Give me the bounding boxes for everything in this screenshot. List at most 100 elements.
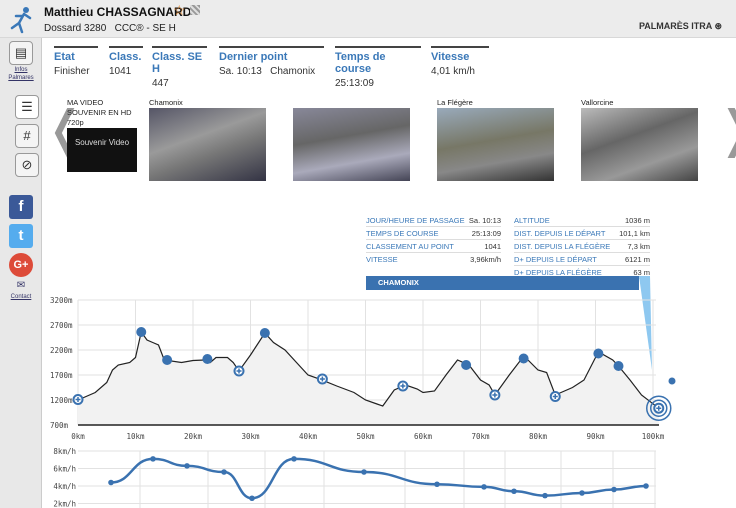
contact-link[interactable]: Contact [0, 294, 42, 300]
table-tab-icon[interactable]: # [15, 124, 39, 148]
compass-tab-icon[interactable]: ⊘ [15, 153, 39, 177]
checkpoint-open-marker [233, 365, 245, 377]
y-tick-label: 8km/h [53, 447, 76, 456]
checkpoint-open-marker [549, 391, 561, 402]
speed-point [481, 484, 487, 490]
y-tick-label: 2km/h [53, 500, 76, 508]
id-card-icon[interactable]: ▤ [9, 41, 33, 65]
plus-icon [492, 392, 498, 398]
speed-point [291, 456, 297, 462]
speed-point [611, 486, 617, 493]
checkpoint-marker [162, 355, 173, 365]
google-plus-icon[interactable]: G+ [9, 253, 33, 277]
x-tick-label: 70km [471, 432, 490, 441]
speed-point [434, 481, 440, 488]
checkpoint-open-marker [489, 389, 501, 401]
y-tick-label: 2700m [50, 321, 73, 330]
video-label: Chamonix [149, 98, 183, 107]
checkpoint-marker [593, 348, 604, 359]
checkpoint-marker [202, 354, 213, 364]
runner-name: Matthieu CHASSAGNARD [44, 5, 192, 19]
x-tick-label: 20km [184, 432, 203, 441]
speed-point [643, 483, 649, 489]
bib-category: Dossard 3280 CCC® - SE H [44, 23, 176, 34]
speed-point [542, 492, 548, 499]
speed-point [249, 495, 255, 502]
elevation-line [77, 330, 660, 409]
checkpoint-open-marker [72, 394, 84, 405]
stat-last-point: Dernier point Sa. 10:13 Chamonix [219, 46, 324, 77]
sidebar: ▤ Infos Palmares ☰ # ⊘ f t G+ ✉ Contact [0, 38, 42, 508]
stat-class: Class. 1041 [109, 46, 143, 77]
y-tick-label: 3200m [50, 296, 73, 305]
x-tick-label: 60km [414, 432, 433, 441]
checkpoint-marker [461, 360, 472, 370]
itra-palmares-link[interactable]: PALMARÈS ITRA ⊛ [639, 21, 722, 32]
finish-flag-icon [190, 5, 200, 15]
checkpoint-marker [613, 361, 624, 371]
speed-point [150, 456, 156, 462]
plus-icon [319, 376, 325, 382]
y-tick-label: 4km/h [53, 482, 76, 491]
video-label: Vallorcine [581, 98, 614, 107]
x-tick-label: 10km [126, 432, 145, 441]
plus-icon [552, 394, 558, 399]
video-thumb-vallorcine[interactable] [581, 108, 698, 181]
video-label: La Flégère [437, 98, 473, 107]
stat-race-time: Temps de course 25:13:09 [335, 46, 421, 89]
checkpoint-marker [518, 353, 529, 364]
checkpoint-open-marker [653, 402, 665, 414]
plus-icon [656, 405, 662, 411]
video-thumb-flegere[interactable] [437, 108, 554, 181]
video-thumb-chamonix[interactable] [149, 108, 266, 181]
carousel-next-button[interactable]: ❭ [716, 100, 736, 158]
plus-icon [75, 397, 81, 402]
profile-tab-icon[interactable]: ☰ [15, 95, 39, 119]
souvenir-video-label: MA VIDEO SOUVENIR EN HD 720p [67, 98, 132, 127]
stat-etat: Etat Finisher [54, 46, 98, 77]
speed-point [579, 490, 585, 496]
mail-icon[interactable]: ✉ [0, 280, 42, 291]
speed-line [110, 457, 647, 500]
y-tick-label: 700m [50, 421, 69, 430]
x-tick-label: 100km [642, 432, 665, 441]
speed-point [221, 469, 227, 475]
y-tick-label: 1700m [50, 371, 73, 380]
palmares-link[interactable]: Palmares [0, 75, 42, 81]
y-tick-label: 2200m [50, 346, 73, 355]
current-position-ring [650, 399, 668, 417]
runner-logo-icon [10, 7, 32, 34]
checkpoint-marker [136, 327, 147, 337]
y-tick-label: 1200m [50, 396, 73, 405]
checkpoint-open-marker [316, 373, 328, 385]
facebook-icon[interactable]: f [9, 195, 33, 219]
checkpoint-marker [259, 328, 270, 338]
x-tick-label: 0km [71, 432, 85, 441]
checkpoint-open-marker [397, 380, 409, 392]
speed-point [108, 479, 114, 486]
checkpoint-banner: CHAMONIX [366, 276, 639, 290]
x-tick-label: 50km [356, 432, 375, 441]
stat-speed: Vitesse 4,01 km/h [431, 46, 489, 77]
plus-icon [400, 383, 406, 389]
stat-class-se: Class. SE H 447 [152, 46, 207, 89]
header: Matthieu CHASSAGNARD ☆ Dossard 3280 CCC®… [0, 0, 736, 38]
x-tick-label: 30km [241, 432, 260, 441]
plus-icon [236, 368, 242, 374]
twitter-icon[interactable]: t [9, 224, 33, 248]
current-position-ring [646, 395, 672, 421]
y-tick-label: 6km/h [53, 465, 76, 474]
x-tick-label: 80km [529, 432, 548, 441]
video-thumb[interactable] [293, 108, 410, 181]
elevation-area [78, 332, 659, 425]
speed-point [184, 463, 190, 469]
x-tick-label: 90km [586, 432, 605, 441]
pointer-wedge [639, 276, 652, 370]
x-tick-label: 40km [299, 432, 318, 441]
runner-position-icon [668, 377, 676, 385]
infos-link[interactable]: Infos [0, 67, 42, 73]
souvenir-video-thumb[interactable]: Souvenir Video [67, 128, 137, 172]
speed-point [361, 469, 367, 475]
favorite-star-icon[interactable]: ☆ [173, 2, 186, 19]
speed-point [511, 488, 517, 495]
